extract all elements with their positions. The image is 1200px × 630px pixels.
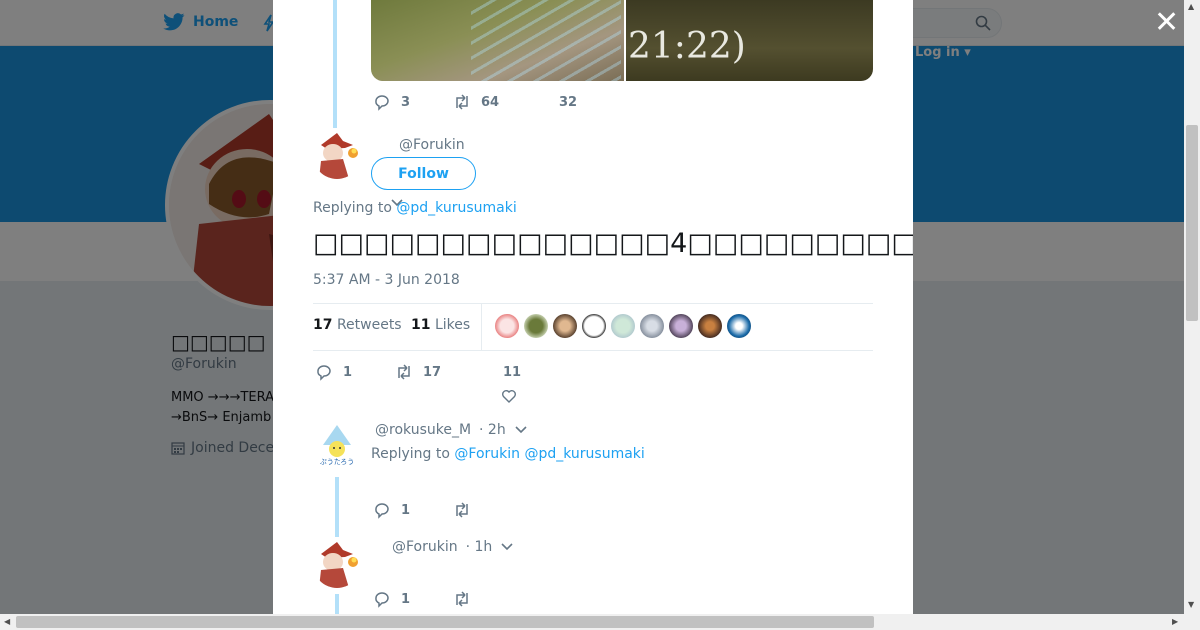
reply-count: 3 [401, 94, 411, 110]
retweets-stat-label: Retweets [336, 317, 402, 333]
tweet-text: □□□□□□□□□□□□□□4□□□□□□□□□□□□□□□□□□□□□□□□□… [313, 228, 913, 259]
liker-avatar[interactable] [524, 314, 548, 338]
retweets-stat[interactable]: 17 Retweets [313, 317, 402, 333]
retweets-stat-count: 17 [313, 317, 333, 333]
reply-actions: 1 [373, 501, 471, 519]
reply-time[interactable]: · 1h [466, 539, 493, 555]
reply-count: 1 [401, 591, 411, 607]
thread-line [333, 0, 337, 128]
scroll-right-arrow[interactable]: ▶ [1172, 617, 1178, 626]
tweet-timestamp[interactable]: 5:37 AM - 3 Jun 2018 [313, 272, 460, 288]
retweet-count: 17 [423, 364, 442, 380]
heart-icon[interactable] [501, 388, 517, 404]
reply-header: @Forukin · 1h [392, 539, 514, 555]
follow-button[interactable]: Follow [371, 157, 476, 190]
media-photo-caption: 21:22) [628, 26, 746, 67]
svg-text:ぷうたろう: ぷうたろう [320, 458, 355, 466]
reply-handle[interactable]: @rokusuke_M [375, 422, 471, 438]
media-photo-2[interactable]: 21:22) [626, 0, 873, 81]
liker-avatar[interactable] [669, 314, 693, 338]
tweet-stats: 17 Retweets 11 Likes [313, 303, 873, 351]
chevron-down-icon[interactable] [514, 425, 528, 435]
replying-to-link[interactable]: @pd_kurusumaki [396, 200, 516, 216]
likes-stat-label: Likes [434, 317, 471, 333]
liker-avatar[interactable] [582, 314, 606, 338]
retweet-button[interactable]: 64 [453, 93, 559, 111]
scroll-up-arrow[interactable]: ▲ [1188, 2, 1194, 11]
retweet-icon [456, 94, 468, 110]
main-tweet-actions: 1 17 11 [315, 363, 521, 381]
reply-button[interactable]: 1 [373, 590, 453, 608]
replying-to-link[interactable]: @pd_kurusumaki [524, 446, 644, 462]
thread-line [335, 477, 339, 537]
media-photo-1[interactable] [371, 0, 624, 81]
retweet-count: 64 [481, 94, 500, 110]
likes-stat-count: 11 [411, 317, 431, 333]
author-avatar[interactable] [313, 131, 361, 179]
replying-prefix: Replying to [371, 446, 450, 462]
scroll-down-arrow[interactable]: ▼ [1188, 600, 1194, 609]
like-count: 32 [559, 94, 578, 110]
replying-prefix: Replying to [313, 200, 392, 216]
retweet-button[interactable] [453, 501, 471, 519]
reply-button[interactable]: 3 [373, 93, 453, 111]
replying-to: Replying to @pd_kurusumaki [313, 200, 517, 216]
stats-divider [481, 304, 482, 350]
reply-icon [375, 592, 389, 608]
tweet-media[interactable]: 21:22) [371, 0, 873, 81]
vertical-scrollbar[interactable]: ▲ ▼ [1184, 0, 1200, 614]
reply-author-avatar[interactable] [313, 540, 361, 588]
retweet-icon [456, 502, 468, 518]
chevron-down-icon[interactable] [500, 542, 514, 552]
reply-replying-to: Replying to @Forukin @pd_kurusumaki [371, 446, 645, 462]
likes-stat[interactable]: 11 Likes [411, 317, 470, 333]
likers-avatars [495, 314, 751, 338]
retweet-icon [398, 364, 410, 380]
reply-header: @rokusuke_M · 2h [375, 422, 528, 438]
prev-tweet-actions: 3 64 32 [373, 93, 577, 111]
liker-avatar[interactable] [698, 314, 722, 338]
reply-author-avatar[interactable]: ぷうたろう [313, 423, 361, 471]
reply-icon [375, 503, 389, 519]
reply-time[interactable]: · 2h [479, 422, 506, 438]
reply-handle[interactable]: @Forukin [392, 539, 458, 555]
reply-icon [375, 95, 389, 111]
liker-avatar[interactable] [611, 314, 635, 338]
author-handle[interactable]: @Forukin [399, 137, 465, 153]
reply-button[interactable]: 1 [373, 501, 453, 519]
like-count: 11 [503, 364, 522, 380]
retweet-icon [456, 591, 468, 607]
reply-count: 1 [343, 364, 353, 380]
reply-actions: 1 [373, 590, 471, 608]
thread-line [335, 594, 339, 614]
reply-button[interactable]: 1 [315, 363, 395, 381]
tweet-modal: 21:22) 3 64 32 @Forukin Follow Replying … [273, 0, 913, 614]
reply-count: 1 [401, 502, 411, 518]
like-button[interactable]: 32 [559, 95, 577, 110]
vertical-scroll-thumb[interactable] [1186, 125, 1198, 321]
horizontal-scroll-thumb[interactable] [16, 616, 874, 628]
retweet-button[interactable]: 17 [395, 363, 503, 381]
scroll-left-arrow[interactable]: ◀ [4, 617, 10, 626]
like-button[interactable]: 11 [503, 365, 521, 380]
replying-to-link[interactable]: @Forukin [454, 446, 520, 462]
retweet-button[interactable] [453, 590, 471, 608]
liker-avatar[interactable] [553, 314, 577, 338]
reply-icon [317, 365, 331, 381]
liker-avatar[interactable] [640, 314, 664, 338]
liker-avatar[interactable] [495, 314, 519, 338]
follow-label: Follow [398, 165, 449, 182]
liker-avatar[interactable] [727, 314, 751, 338]
close-icon[interactable]: ✕ [1154, 8, 1179, 38]
horizontal-scrollbar[interactable]: ◀ ▶ [0, 614, 1200, 630]
